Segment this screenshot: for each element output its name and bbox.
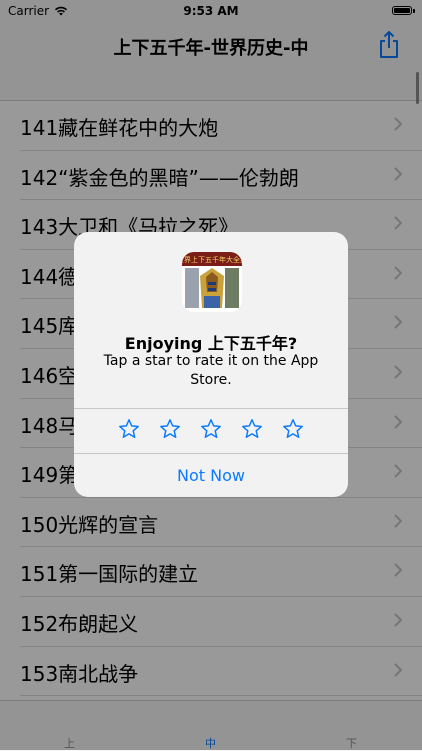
star-icon[interactable] xyxy=(282,418,304,440)
alert-message: Tap a star to rate it on the App Store. xyxy=(103,353,319,388)
alert-divider xyxy=(74,453,348,454)
rating-alert: 世界上下五千年大全集 Enjoying 上下五千年? Tap a star to… xyxy=(74,232,348,497)
alert-title: Enjoying 上下五千年? xyxy=(124,334,298,353)
star-icon[interactable] xyxy=(159,418,181,440)
star-icon[interactable] xyxy=(200,418,222,440)
star-icon[interactable] xyxy=(118,418,140,440)
alert-divider xyxy=(74,408,348,409)
star-rating xyxy=(74,418,348,448)
app-icon-text: 世界上下五千年大全集 xyxy=(182,255,242,264)
not-now-button[interactable]: Not Now xyxy=(74,466,348,485)
star-icon[interactable] xyxy=(241,418,263,440)
app-icon: 世界上下五千年大全集 xyxy=(182,252,242,312)
